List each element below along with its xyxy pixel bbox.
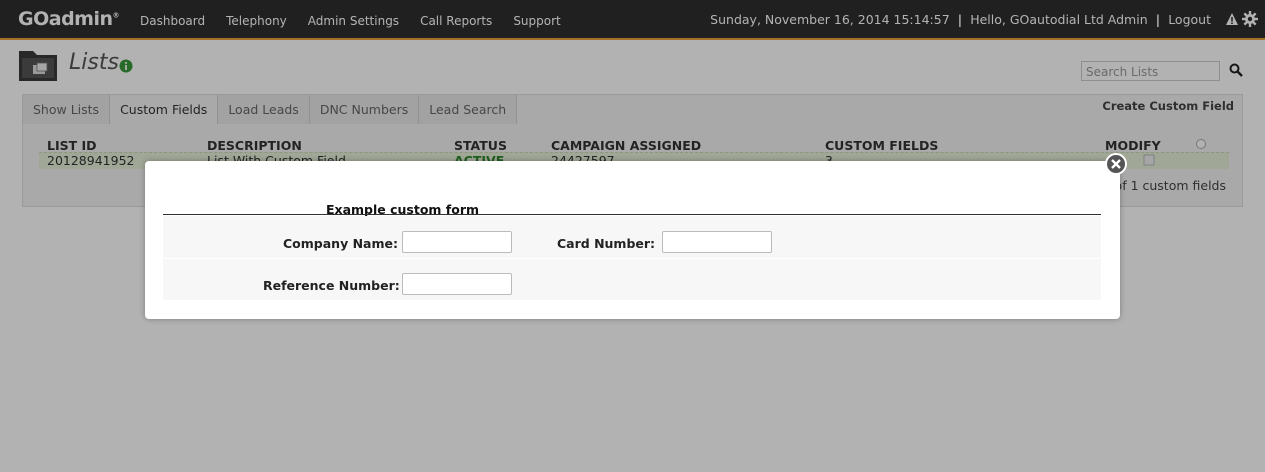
- custom-form: Company Name: Card Number: Reference Num…: [163, 216, 1101, 300]
- close-icon[interactable]: [1105, 153, 1127, 175]
- custom-form-modal: Example custom form Company Name: Card N…: [145, 153, 1127, 319]
- form-divider: [163, 214, 1101, 215]
- company-name-field[interactable]: [402, 231, 512, 253]
- company-name-label: Company Name:: [283, 236, 398, 251]
- card-number-label: Card Number:: [557, 236, 656, 251]
- reference-number-label: Reference Number:: [263, 278, 400, 293]
- row-divider: [163, 258, 1101, 259]
- reference-number-field[interactable]: [402, 273, 512, 295]
- card-number-field[interactable]: [662, 231, 772, 253]
